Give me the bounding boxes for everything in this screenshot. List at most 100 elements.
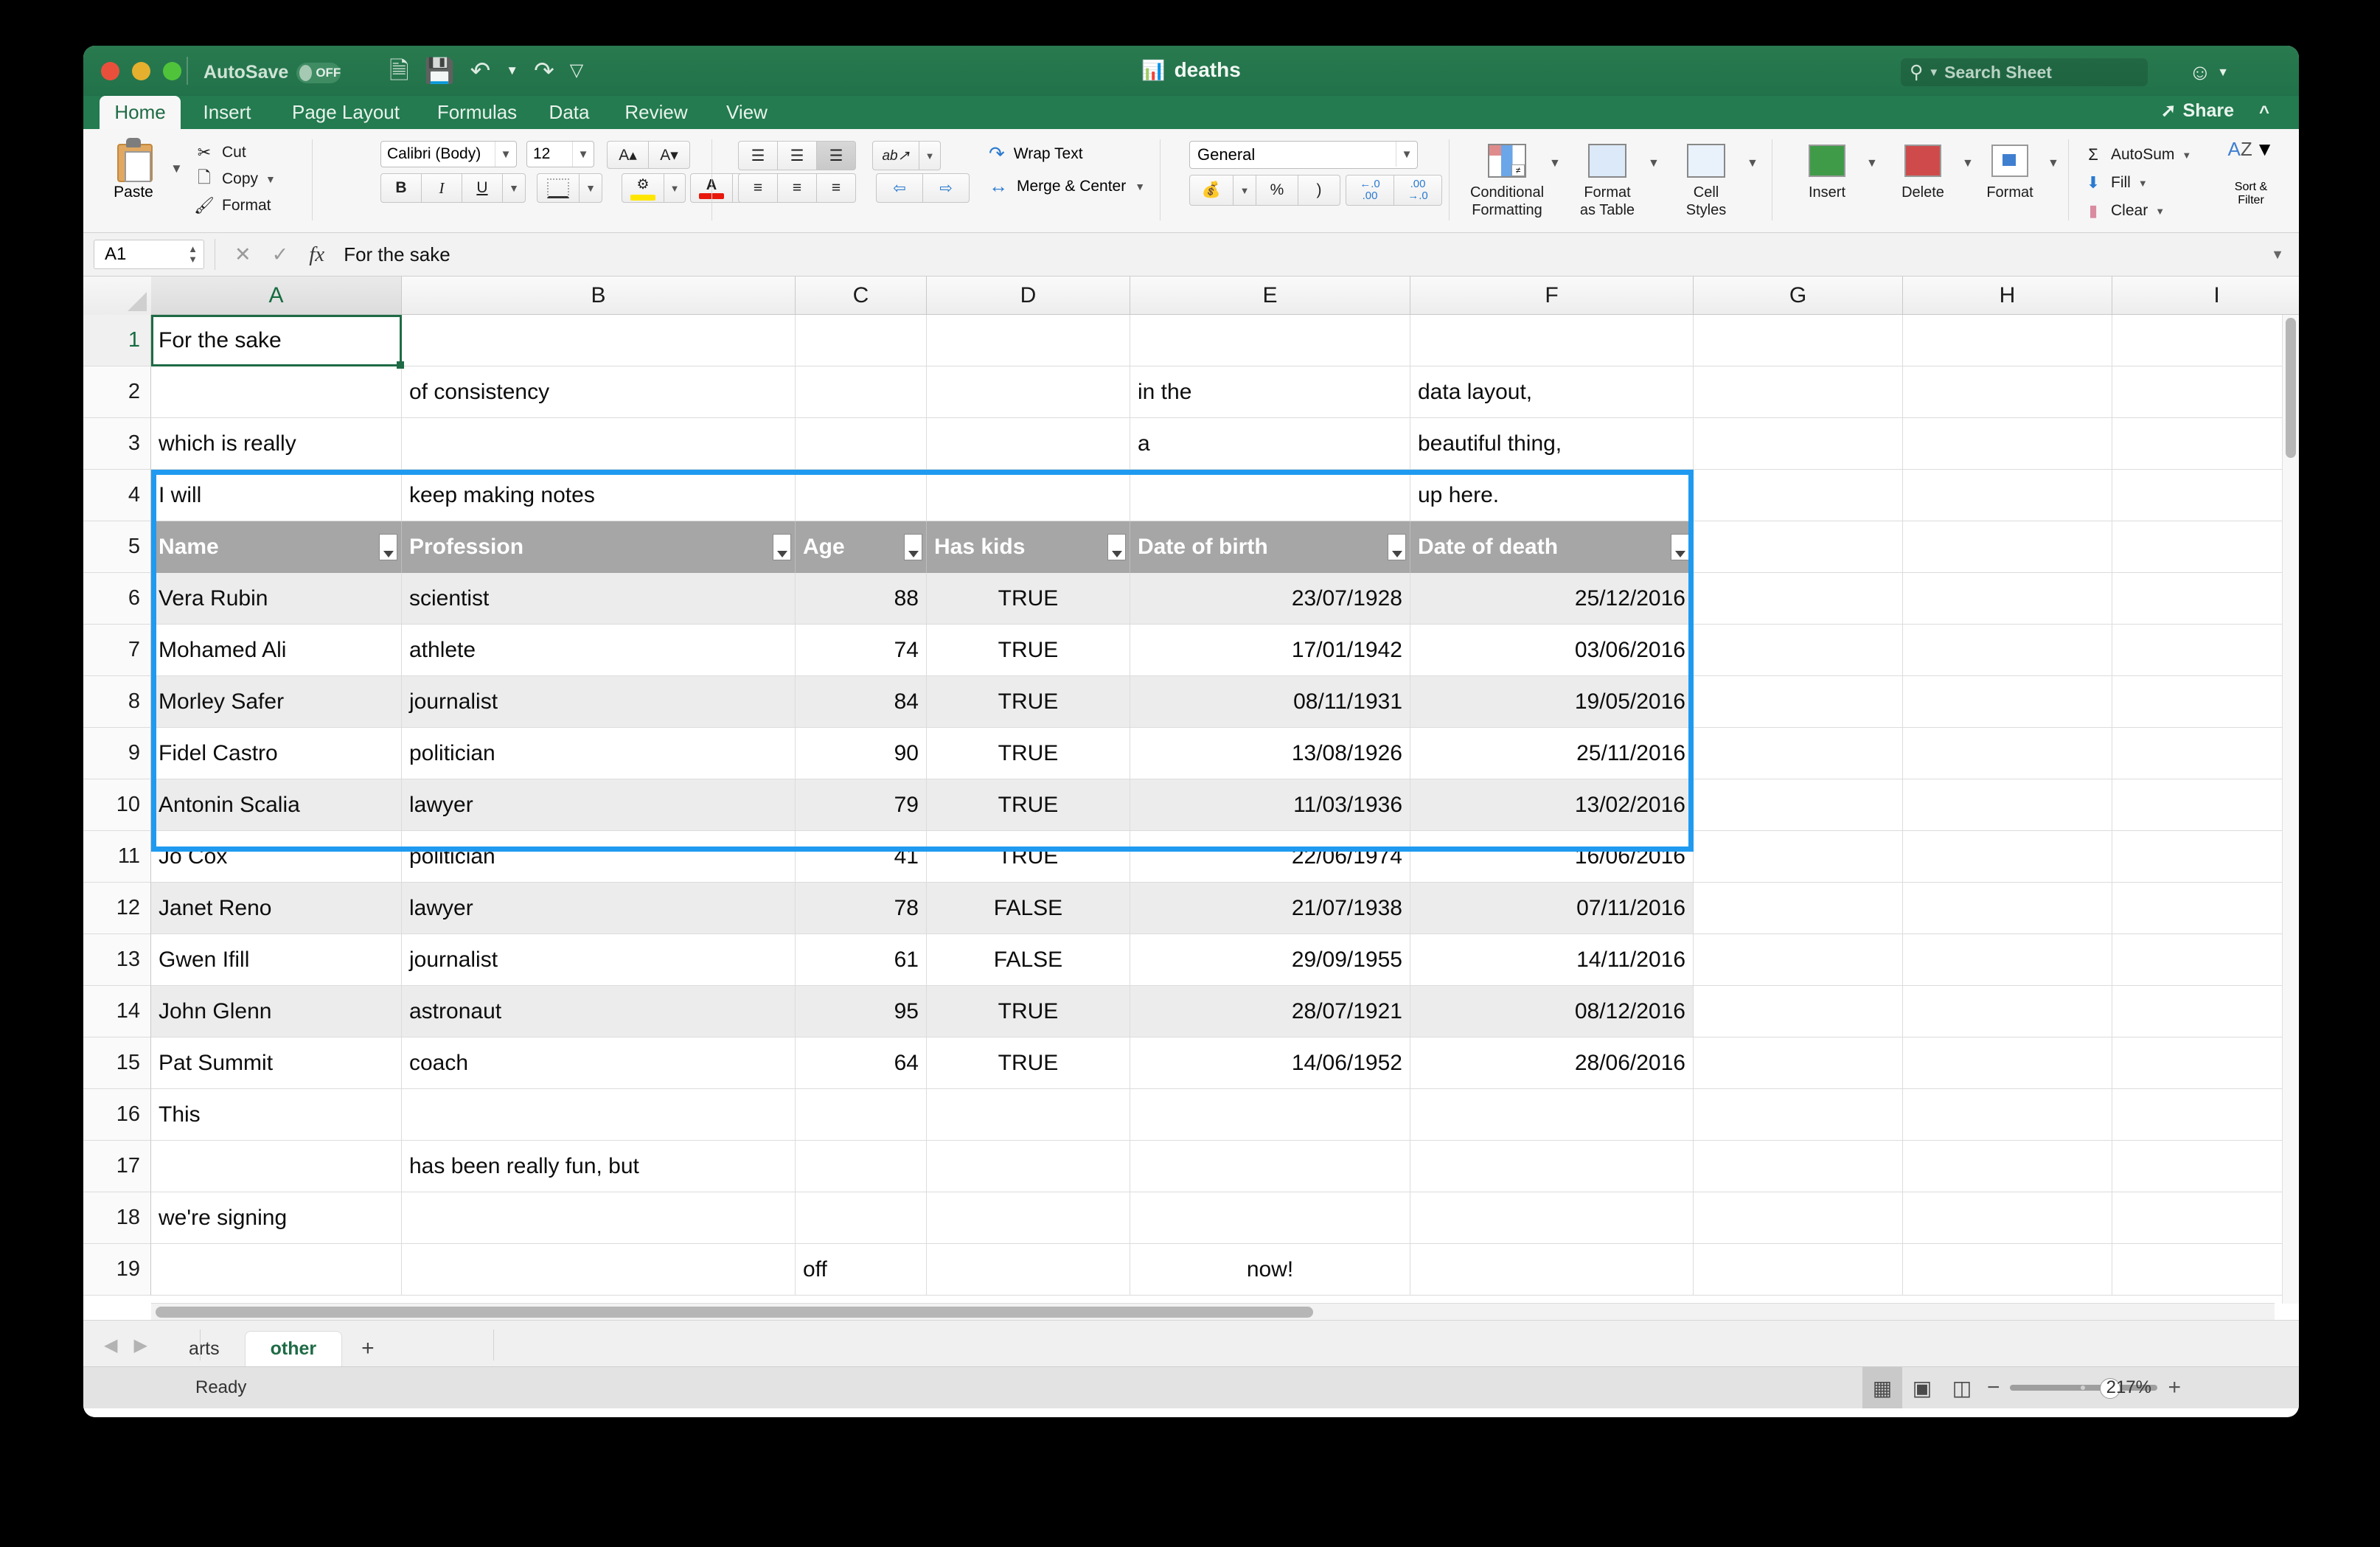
- table-row-name[interactable]: Mohamed Ali: [151, 625, 402, 676]
- cell-H6[interactable]: [1903, 573, 2112, 625]
- table-row-age[interactable]: 61: [796, 934, 927, 986]
- delete-cells-button[interactable]: Delete: [1879, 138, 1966, 201]
- select-all-corner[interactable]: [83, 277, 152, 316]
- redo-icon[interactable]: ↷: [534, 56, 554, 86]
- conditional-formatting-button[interactable]: ≠ Conditional Formatting: [1464, 138, 1551, 219]
- cell-B2[interactable]: of consistency: [402, 366, 796, 418]
- row-header-8[interactable]: 8: [83, 676, 151, 728]
- autosum-button[interactable]: Σ AutoSum ▼: [2083, 141, 2201, 169]
- cell-B1[interactable]: [402, 315, 796, 366]
- paste-caret-icon[interactable]: ▼: [170, 161, 183, 176]
- borders-icon[interactable]: [537, 173, 580, 203]
- row-header-2[interactable]: 2: [83, 366, 151, 418]
- cell-D1[interactable]: [927, 315, 1130, 366]
- table-row-profession[interactable]: scientist: [402, 573, 796, 625]
- cell-B17[interactable]: has been really fun, but: [402, 1141, 796, 1192]
- bold-button[interactable]: B: [380, 173, 422, 203]
- cell-F3[interactable]: beautiful thing,: [1410, 418, 1694, 470]
- filter-button-E[interactable]: [1388, 534, 1406, 560]
- table-header-F[interactable]: Date of death: [1410, 521, 1694, 573]
- cell-H9[interactable]: [1903, 728, 2112, 779]
- table-row-profession[interactable]: lawyer: [402, 779, 796, 831]
- align-right-icon[interactable]: ≡: [817, 173, 856, 203]
- table-row-name[interactable]: Gwen Ifill: [151, 934, 402, 986]
- row-header-9[interactable]: 9: [83, 728, 151, 779]
- table-row-profession[interactable]: politician: [402, 728, 796, 779]
- table-row-profession[interactable]: politician: [402, 831, 796, 883]
- table-row-dod[interactable]: 03/06/2016: [1410, 625, 1694, 676]
- page-layout-view-icon[interactable]: ▣: [1902, 1367, 1942, 1408]
- table-row-has-kids[interactable]: TRUE: [927, 573, 1130, 625]
- format-painter-button[interactable]: 🖌 Format: [194, 192, 290, 219]
- table-row-has-kids[interactable]: TRUE: [927, 625, 1130, 676]
- comma-style-icon[interactable]: ): [1298, 175, 1340, 206]
- cell-F18[interactable]: [1410, 1192, 1694, 1244]
- cell-I16[interactable]: [2112, 1089, 2299, 1141]
- table-row-profession[interactable]: astronaut: [402, 986, 796, 1037]
- cell-C17[interactable]: [796, 1141, 927, 1192]
- table-row-profession[interactable]: journalist: [402, 676, 796, 728]
- fill-caret-icon[interactable]: ▼: [2138, 178, 2148, 189]
- cell-G11[interactable]: [1694, 831, 1903, 883]
- cell-E3[interactable]: a: [1130, 418, 1410, 470]
- sort-filter-button[interactable]: AZ ▼ Sort & Filter: [2207, 138, 2295, 207]
- cell-I1[interactable]: [2112, 315, 2299, 366]
- row-header-14[interactable]: 14: [83, 986, 151, 1037]
- row-header-13[interactable]: 13: [83, 934, 151, 986]
- cell-H17[interactable]: [1903, 1141, 2112, 1192]
- cell-H5[interactable]: [1903, 521, 2112, 573]
- cut-button[interactable]: ✂ Cut: [194, 139, 290, 166]
- cell-F17[interactable]: [1410, 1141, 1694, 1192]
- cell-A16[interactable]: This: [151, 1089, 402, 1141]
- row-header-18[interactable]: 18: [83, 1192, 151, 1244]
- row-header-15[interactable]: 15: [83, 1037, 151, 1089]
- italic-button[interactable]: I: [422, 173, 462, 203]
- cell-H1[interactable]: [1903, 315, 2112, 366]
- table-row-has-kids[interactable]: TRUE: [927, 728, 1130, 779]
- next-sheet-icon[interactable]: ▶: [133, 1335, 147, 1356]
- cancel-entry-icon[interactable]: ✕: [234, 243, 251, 266]
- cell-E1[interactable]: [1130, 315, 1410, 366]
- cell-C18[interactable]: [796, 1192, 927, 1244]
- table-row-dob[interactable]: 29/09/1955: [1130, 934, 1410, 986]
- tab-review[interactable]: Review: [608, 96, 704, 129]
- column-header-d[interactable]: D: [927, 277, 1130, 315]
- table-row-dod[interactable]: 25/11/2016: [1410, 728, 1694, 779]
- font-name-caret-icon[interactable]: ▼: [495, 142, 516, 167]
- cell-H16[interactable]: [1903, 1089, 2112, 1141]
- table-header-D[interactable]: Has kids: [927, 521, 1130, 573]
- zoom-in-icon[interactable]: +: [2168, 1375, 2181, 1400]
- clear-button[interactable]: ▮ Clear ▼: [2083, 197, 2201, 225]
- cell-C4[interactable]: [796, 470, 927, 521]
- merge-center-button[interactable]: ↔ Merge & Center ▼: [989, 175, 1145, 198]
- tab-home[interactable]: Home: [100, 96, 181, 129]
- table-row-profession[interactable]: journalist: [402, 934, 796, 986]
- conditional-formatting-caret-icon[interactable]: ▼: [1549, 157, 1561, 170]
- table-row-dod[interactable]: 13/02/2016: [1410, 779, 1694, 831]
- row-header-17[interactable]: 17: [83, 1141, 151, 1192]
- insert-function-icon[interactable]: fx: [309, 243, 324, 267]
- cell-I3[interactable]: [2112, 418, 2299, 470]
- spreadsheet-grid[interactable]: A B C D E F G H I 1 2 3 4 5 6 7 8 9 10 11 12 13 14 15 1…: [83, 277, 2299, 1320]
- table-row-age[interactable]: 84: [796, 676, 927, 728]
- cell-A2[interactable]: [151, 366, 402, 418]
- cell-E16[interactable]: [1130, 1089, 1410, 1141]
- font-size-select[interactable]: 12 ▼: [526, 141, 594, 167]
- column-header-a[interactable]: A: [151, 277, 402, 315]
- tab-data[interactable]: Data: [536, 96, 602, 129]
- cell-H18[interactable]: [1903, 1192, 2112, 1244]
- cell-H7[interactable]: [1903, 625, 2112, 676]
- cell-I14[interactable]: [2112, 986, 2299, 1037]
- previous-sheet-icon[interactable]: ◀: [104, 1335, 117, 1356]
- cell-G6[interactable]: [1694, 573, 1903, 625]
- cell-D2[interactable]: [927, 366, 1130, 418]
- ribbon-collapse-icon[interactable]: ^: [2259, 102, 2269, 123]
- table-row-profession[interactable]: athlete: [402, 625, 796, 676]
- format-as-table-caret-icon[interactable]: ▼: [1648, 157, 1660, 170]
- table-row-name[interactable]: Pat Summit: [151, 1037, 402, 1089]
- column-header-c[interactable]: C: [796, 277, 927, 315]
- quick-access-toolbar[interactable]: 🗎 💾 ↶ ▼ ↷ ▽: [389, 56, 583, 86]
- cell-G14[interactable]: [1694, 986, 1903, 1037]
- cell-G17[interactable]: [1694, 1141, 1903, 1192]
- format-cells-caret-icon[interactable]: ▼: [2047, 157, 2059, 170]
